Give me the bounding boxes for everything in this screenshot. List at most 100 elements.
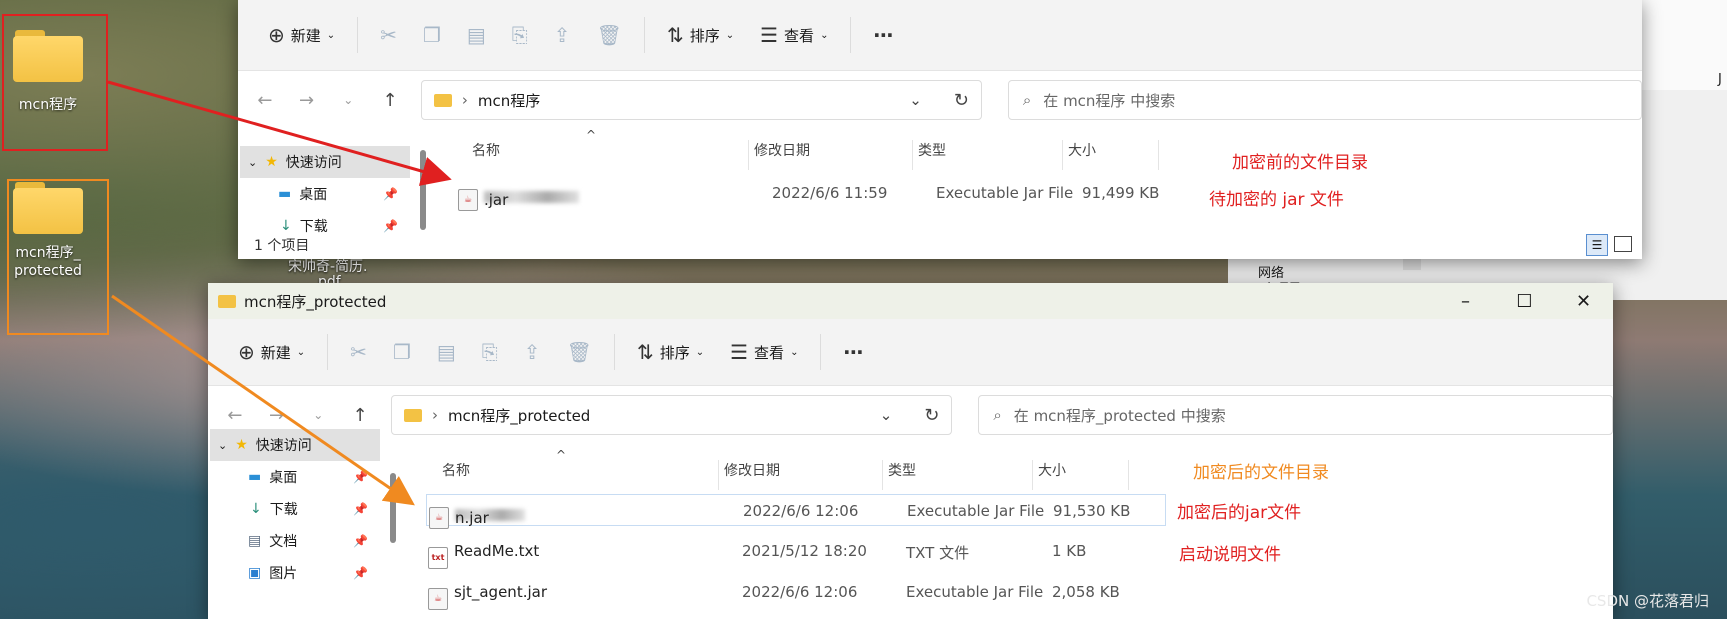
refresh-icon[interactable]: ↻ xyxy=(924,405,939,426)
window-controls: – ☐ ✕ xyxy=(1436,291,1613,312)
more-button[interactable]: ⋯ xyxy=(863,17,903,53)
paste-button[interactable]: ▤ xyxy=(457,17,496,53)
table-row[interactable]: ☕ n.jar 2022/6/6 12:06 Executable Jar Fi… xyxy=(426,494,1166,529)
chevron-down-icon: ⌄ xyxy=(790,346,799,358)
recent-chevron-icon[interactable]: ⌄ xyxy=(307,408,329,422)
new-button[interactable]: ⊕ 新建 ⌄ xyxy=(258,17,345,53)
forward-icon[interactable]: → xyxy=(296,90,318,111)
up-icon[interactable]: ↑ xyxy=(379,90,401,111)
chevron-right-icon: › xyxy=(431,406,438,424)
table-row[interactable]: ☕ .jar 2022/6/6 11:59 Executable Jar Fil… xyxy=(456,177,1160,211)
recent-chevron-icon[interactable]: ⌄ xyxy=(337,93,359,107)
tiles-view-icon[interactable] xyxy=(1614,236,1632,252)
sidebar-item-pictures[interactable]: ▣ 图片 📌 xyxy=(210,557,380,589)
title-bar: mcn程序_protected – ☐ ✕ xyxy=(208,283,1613,319)
sidebar-item-documents[interactable]: ▤ 文档 📌 xyxy=(210,525,380,557)
cut-button[interactable]: ✂ xyxy=(370,17,407,53)
maximize-icon[interactable]: ☐ xyxy=(1495,291,1554,312)
back-icon[interactable]: ← xyxy=(254,90,276,111)
file-size: 91,499 KB xyxy=(1082,184,1160,202)
pin-icon: 📌 xyxy=(353,534,368,548)
divider xyxy=(643,17,645,53)
minimize-icon[interactable]: – xyxy=(1436,291,1495,312)
background-partial-letter: J xyxy=(1718,72,1722,87)
window-title-text: mcn程序_protected xyxy=(244,292,387,311)
plus-icon: ⊕ xyxy=(268,23,285,47)
sidebar-item-desktop[interactable]: ▬ 桌面 📌 xyxy=(210,461,380,493)
chevron-down-icon: ⌄ xyxy=(326,29,336,41)
address-dropdown-icon[interactable]: ⌄ xyxy=(909,91,922,109)
close-icon[interactable]: ✕ xyxy=(1554,291,1613,312)
nav-pane: ⌄ ★ 快速访问 ▬ 桌面 📌 ↓ 下载 📌 xyxy=(240,146,410,242)
column-date[interactable]: 修改日期 xyxy=(754,140,810,160)
sidebar-item-label: 文档 xyxy=(269,534,298,550)
table-row[interactable]: ☕ sjt_agent.jar 2022/6/6 12:06 Executabl… xyxy=(426,576,1166,610)
paste-button[interactable]: ▤ xyxy=(427,334,466,370)
view-button[interactable]: ☰ 查看 ⌄ xyxy=(750,17,838,53)
delete-button[interactable]: 🗑 xyxy=(557,334,602,370)
jar-file-icon: ☕ xyxy=(428,588,448,610)
address-dropdown-icon[interactable]: ⌄ xyxy=(880,406,893,424)
column-type[interactable]: 类型 xyxy=(918,140,946,160)
cut-button[interactable]: ✂ xyxy=(340,334,377,370)
rename-button[interactable]: ⎘ xyxy=(502,17,538,53)
share-button[interactable]: ⇪ xyxy=(514,334,551,370)
address-bar[interactable]: › mcn程序_protected ⌄ ↻ xyxy=(390,395,953,435)
details-view-icon[interactable]: ☰ xyxy=(1586,234,1608,256)
search-box[interactable]: ⌕ 在 mcn程序_protected 中搜索 xyxy=(978,395,1613,435)
chevron-down-icon: ⌄ xyxy=(296,346,306,358)
copy-button[interactable]: ❐ xyxy=(383,334,421,370)
file-size: 2,058 KB xyxy=(1052,583,1120,601)
column-type[interactable]: 类型 xyxy=(888,460,916,480)
new-label: 新建 xyxy=(260,343,291,362)
column-size[interactable]: 大小 xyxy=(1068,140,1096,160)
breadcrumb[interactable]: mcn程序 xyxy=(478,90,899,111)
scissors-icon: ✂ xyxy=(380,23,397,47)
pin-icon: 📌 xyxy=(383,219,398,233)
breadcrumb[interactable]: mcn程序_protected xyxy=(448,405,870,426)
copy-button[interactable]: ❐ xyxy=(413,17,451,53)
status-bar: 1 个项目 xyxy=(254,238,310,254)
column-name[interactable]: 名称 xyxy=(472,140,500,160)
sort-button[interactable]: ⇅ 排序 ⌄ xyxy=(627,334,714,370)
nav-scrollbar[interactable] xyxy=(420,150,426,230)
table-row[interactable]: txt ReadMe.txt 2021/5/12 18:20 TXT 文件 1 … xyxy=(426,535,1166,569)
column-date[interactable]: 修改日期 xyxy=(724,460,780,480)
more-button[interactable]: ⋯ xyxy=(833,334,873,370)
column-size[interactable]: 大小 xyxy=(1038,460,1066,480)
explorer-window-before: ⊕ 新建 ⌄ ✂ ❐ ▤ ⎘ ⇪ 🗑 ⇅ 排序 ⌄ ☰ 查看 ⌄ ⋯ ← → ⌄ ↑ › m… xyxy=(238,0,1642,259)
rename-button[interactable]: ⎘ xyxy=(472,334,508,370)
up-icon[interactable]: ↑ xyxy=(349,405,371,426)
file-date: 2022/6/6 12:06 xyxy=(743,502,859,520)
plus-icon: ⊕ xyxy=(238,340,255,364)
sort-up-icon: ^ xyxy=(586,128,597,142)
nav-scrollbar[interactable] xyxy=(390,473,396,543)
star-icon: ★ xyxy=(265,154,278,170)
sidebar-item-quick-access[interactable]: ⌄ ★ 快速访问 xyxy=(210,429,380,461)
picture-icon: ▣ xyxy=(248,565,262,581)
sidebar-item-downloads[interactable]: ↓ 下载 📌 xyxy=(210,493,380,525)
column-divider xyxy=(912,140,913,170)
column-name[interactable]: 名称 xyxy=(442,460,470,480)
sidebar-item-quick-access[interactable]: ⌄ ★ 快速访问 xyxy=(240,146,410,178)
more-icon: ⋯ xyxy=(873,23,894,47)
desktop-icon: ▬ xyxy=(248,469,262,485)
forward-icon[interactable]: → xyxy=(266,405,288,426)
search-box[interactable]: ⌕ 在 mcn程序 中搜索 xyxy=(1007,80,1642,120)
column-divider xyxy=(1062,140,1063,170)
scissors-icon: ✂ xyxy=(350,340,367,364)
sidebar-item-desktop[interactable]: ▬ 桌面 📌 xyxy=(240,178,410,210)
copy-icon: ❐ xyxy=(422,23,441,47)
sort-button[interactable]: ⇅ 排序 ⌄ xyxy=(657,17,744,53)
desktop-icon: ▬ xyxy=(278,186,292,202)
address-row: ← → ⌄ ↑ › mcn程序 ⌄ ↻ ⌕ 在 mcn程序 中搜索 xyxy=(238,71,1642,129)
share-button[interactable]: ⇪ xyxy=(544,17,581,53)
view-button[interactable]: ☰ 查看 ⌄ xyxy=(720,334,808,370)
delete-button[interactable]: 🗑 xyxy=(587,17,632,53)
divider xyxy=(613,334,615,370)
address-bar[interactable]: › mcn程序 ⌄ ↻ xyxy=(420,80,982,120)
view-list-icon: ☰ xyxy=(730,340,749,364)
back-icon[interactable]: ← xyxy=(224,405,246,426)
new-button[interactable]: ⊕ 新建 ⌄ xyxy=(228,334,315,370)
refresh-icon[interactable]: ↻ xyxy=(954,90,969,111)
